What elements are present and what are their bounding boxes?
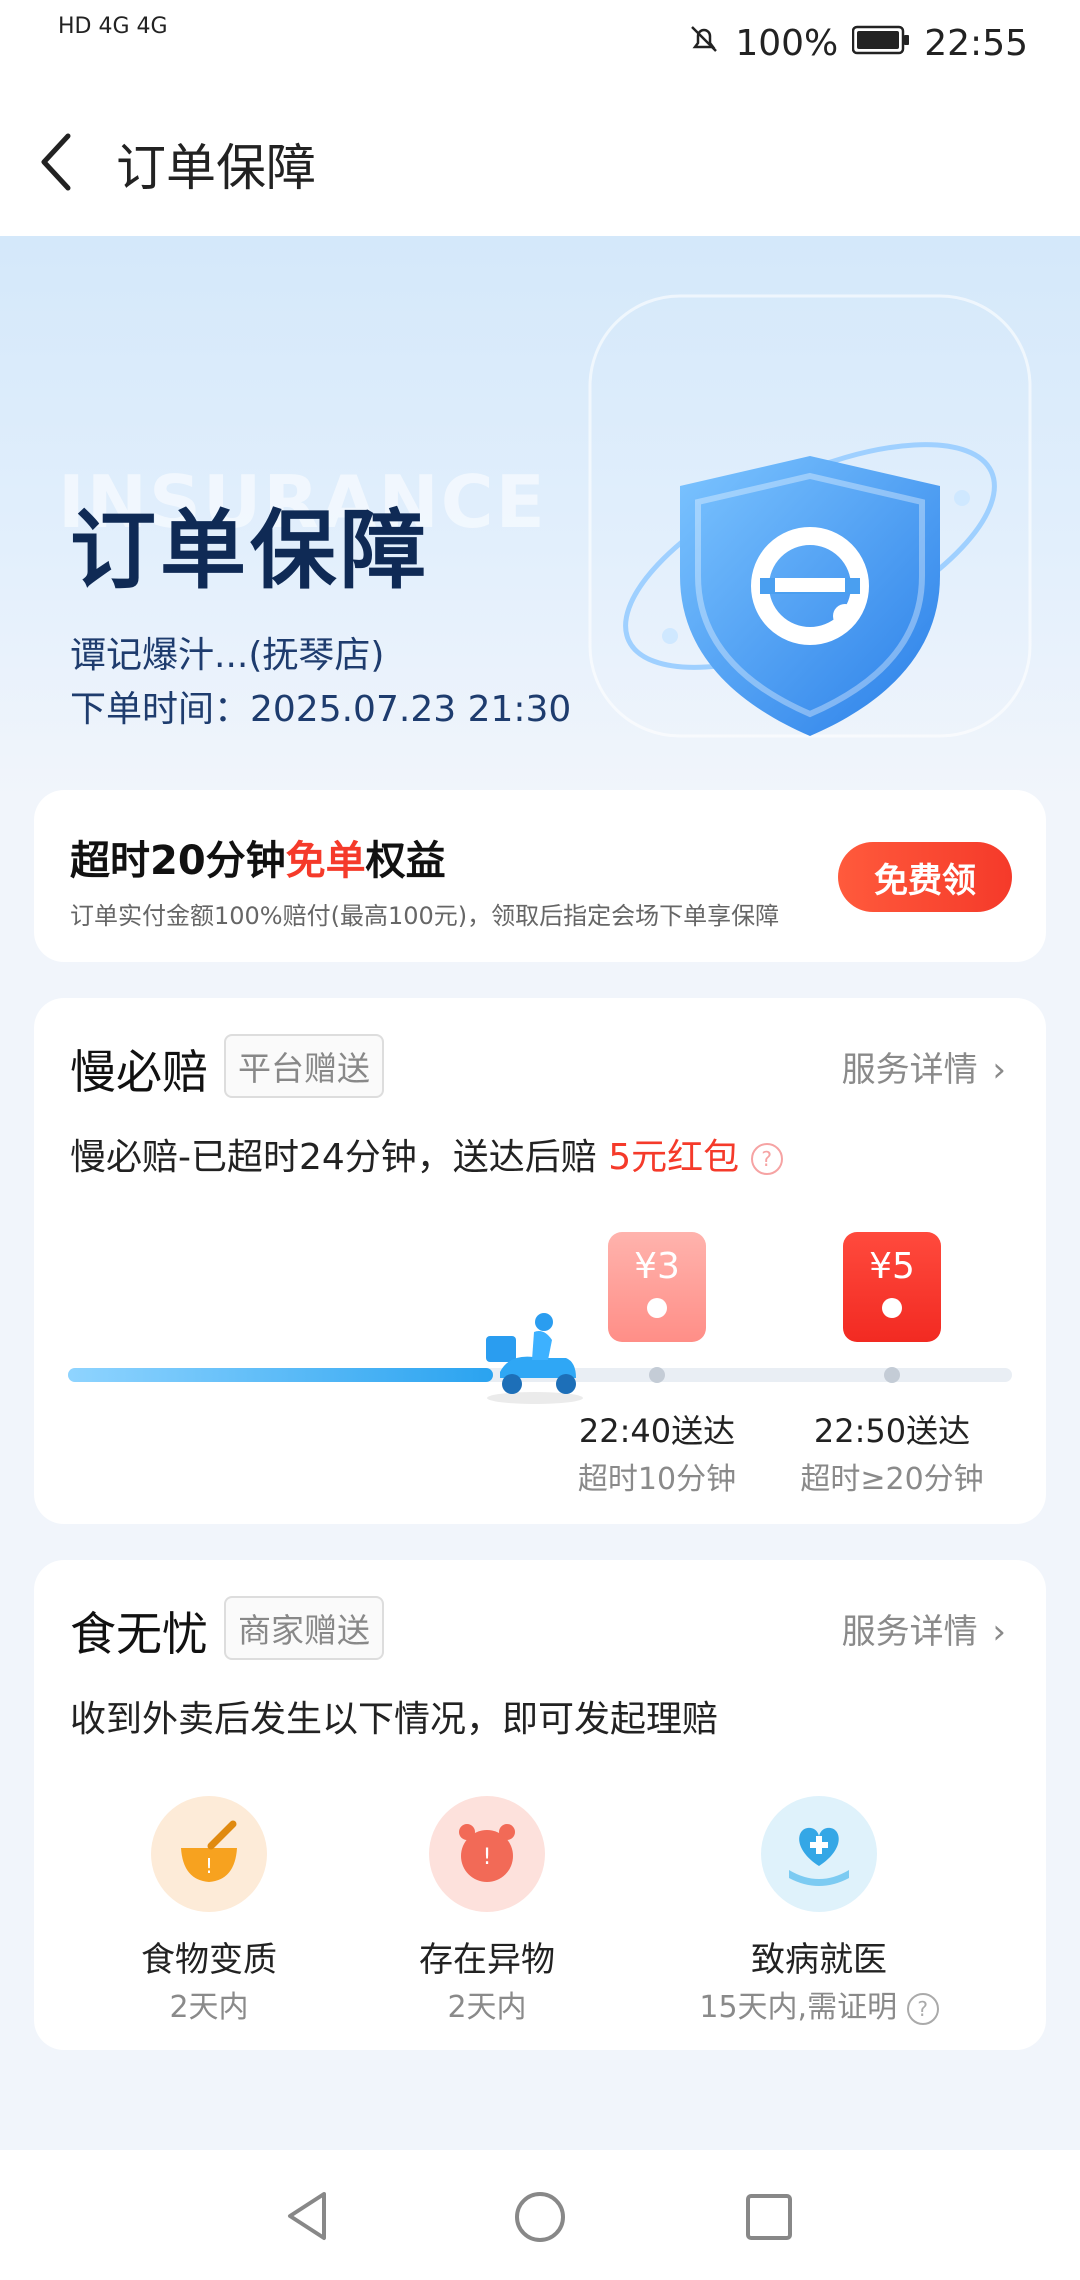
delivery-rider-icon <box>486 1313 583 1404</box>
envelope-amount: ¥3 <box>634 1246 680 1287</box>
food-safe-title: 食无忧 <box>70 1607 208 1661</box>
item-sub: 2天内 <box>447 1990 527 2025</box>
food-safe-desc: 收到外卖后发生以下情况，即可发起理赔 <box>70 1699 719 1740</box>
slow-pay-status-prefix: 慢必赔-已超时24分钟，送达后赔 <box>70 1137 597 1178</box>
envelope-amount: ¥5 <box>869 1246 915 1287</box>
progress-fill <box>68 1368 493 1382</box>
slow-pay-tag: 平台赠送 <box>224 1034 384 1098</box>
benefit-title: 超时20分钟免单权益 <box>70 828 446 886</box>
medical-care-icon <box>761 1796 877 1912</box>
benefit-title-prefix: 超时20分钟 <box>70 838 286 884</box>
clock: 22:55 <box>924 23 1028 64</box>
item-sub: 2天内 <box>169 1990 249 2025</box>
nav-back-icon[interactable] <box>282 2188 332 2244</box>
slow-pay-detail-link[interactable]: 服务详情 › <box>842 1042 1006 1091</box>
help-icon[interactable]: ? <box>906 1992 939 2025</box>
milestone-dot <box>884 1367 900 1383</box>
red-envelope-5: ¥5 <box>843 1232 941 1342</box>
svg-text:!: ! <box>205 1854 213 1878</box>
slow-pay-status: 慢必赔-已超时24分钟，送达后赔 5元红包 ? <box>70 1128 783 1180</box>
food-safe-tag: 商家赠送 <box>224 1596 384 1660</box>
red-envelope-3: ¥3 <box>608 1232 706 1342</box>
store-name: 谭记爆汁...(抚琴店) <box>70 635 385 676</box>
envelope-seal <box>647 1298 667 1318</box>
nav-home-icon[interactable] <box>513 2190 567 2244</box>
claim-free-button[interactable]: 免费领 <box>838 842 1012 912</box>
benefit-desc: 订单实付金额100%赔付(最高100元)，领取后指定会场下单享保障 <box>70 902 780 930</box>
milestone-sub: 超时≥20分钟 <box>800 1462 984 1497</box>
chevron-right-icon: › <box>992 1050 1006 1090</box>
foreign-object-icon: ! <box>429 1796 545 1912</box>
hero-title: 订单保障 <box>70 501 430 601</box>
item-label: 存在异物 <box>419 1940 555 1980</box>
food-safe-detail-label: 服务详情 <box>841 1612 978 1652</box>
slow-pay-detail-label: 服务详情 <box>841 1050 978 1090</box>
battery-percent: 100% <box>735 23 839 64</box>
nav-recents-icon[interactable] <box>744 2192 794 2242</box>
item-label: 致病就医 <box>751 1940 887 1980</box>
status-bar: HD 4G 4G 100% 22:55 <box>0 0 1080 95</box>
envelope-seal <box>882 1298 902 1318</box>
milestone-time: 22:50送达 <box>813 1412 971 1450</box>
slow-pay-title: 慢必赔 <box>70 1045 208 1099</box>
benefit-card: 超时20分钟免单权益 订单实付金额100%赔付(最高100元)，领取后指定会场下… <box>34 790 1046 962</box>
milestone-dot <box>649 1367 665 1383</box>
mute-icon <box>687 22 721 65</box>
item-sub-with-help: 15天内,需证明 ? <box>669 1982 969 2026</box>
order-time: 下单时间：2025.07.23 21:30 <box>70 689 572 730</box>
signal-indicators: HD 4G 4G <box>58 14 168 39</box>
milestone-sub: 超时10分钟 <box>577 1462 737 1497</box>
benefit-title-highlight: 免单 <box>285 838 366 884</box>
status-right: 100% 22:55 <box>687 22 1028 65</box>
food-safe-detail-link[interactable]: 服务详情 › <box>842 1604 1006 1653</box>
slow-pay-status-highlight: 5元红包 <box>608 1137 740 1178</box>
page-title: 订单保障 <box>116 139 316 197</box>
back-arrow-icon[interactable] <box>36 130 80 198</box>
help-icon[interactable]: ? <box>750 1143 783 1175</box>
system-nav-bar <box>0 2150 1080 2280</box>
item-sub-text: 15天内,需证明 <box>699 1990 898 2025</box>
svg-text:!: ! <box>483 1845 492 1870</box>
milestone-time: 22:40送达 <box>578 1412 736 1450</box>
item-label: 食物变质 <box>141 1940 277 1980</box>
shield-icon <box>588 294 1032 738</box>
chevron-right-icon: › <box>992 1612 1006 1652</box>
benefit-title-suffix: 权益 <box>365 838 446 884</box>
battery-icon <box>852 23 910 64</box>
food-spoiled-icon: ! <box>151 1796 267 1912</box>
